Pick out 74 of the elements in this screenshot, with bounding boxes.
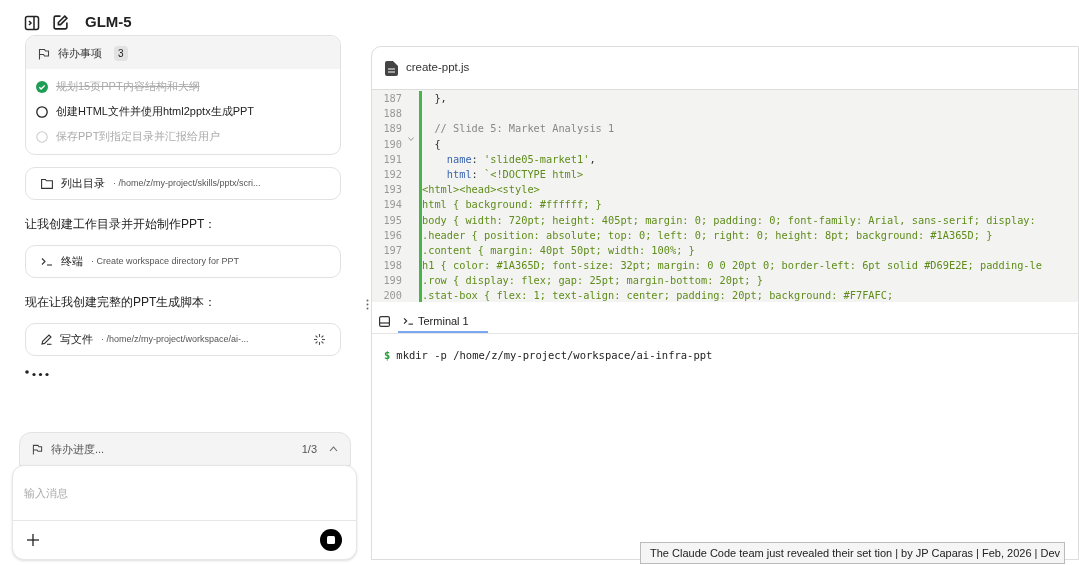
todo-progress-bar[interactable]: 待办进度... 1/3 (19, 432, 351, 466)
todo-item: 保存PPT到指定目录并汇报给用户 (56, 129, 221, 145)
tool-name: 列出目录 (61, 176, 105, 192)
flag-icon (32, 443, 43, 455)
pencil-icon (41, 334, 52, 345)
new-chat-icon[interactable] (52, 14, 69, 31)
code-token: html (445, 166, 472, 182)
tool-name: 写文件 (60, 332, 93, 348)
line-number: 191 (382, 151, 402, 167)
line-number: 195 (382, 212, 402, 228)
add-icon[interactable] (27, 534, 39, 546)
tool-call-card[interactable]: 终端 · Create workspace directory for PPT (25, 245, 341, 278)
line-number: 188 (382, 106, 402, 122)
code-token: // Slide 5: Market Analysis 1 (433, 121, 615, 137)
code-token: }, (433, 91, 447, 106)
code-token: 'slide05-market1' (484, 151, 590, 167)
code-token: : (471, 151, 479, 167)
panel-icon[interactable] (379, 316, 390, 327)
code-token: , (589, 151, 596, 167)
line-number: 187 (382, 91, 402, 106)
tool-detail: · /home/z/my-project/workspace/ai-... (101, 332, 249, 346)
progress-count: 1/3 (301, 441, 317, 457)
line-number: 193 (382, 182, 402, 198)
code-token: html { background: #ffffff; } (422, 197, 602, 213)
message-text: 让我创建工作目录并开始制作PPT： (25, 216, 218, 233)
file-tab[interactable]: create-ppt.js (406, 59, 470, 77)
code-token: : (471, 166, 479, 182)
line-number: 200 (382, 288, 402, 304)
line-number: 189 (382, 121, 402, 137)
terminal-icon (41, 257, 53, 266)
todo-item: 创建HTML文件并使用html2pptx生成PPT (56, 104, 255, 120)
code-token: body { width: 720pt; height: 405pt; margin: 0; padding: 0; font-family: Arial, sans-serif; display: (422, 212, 1036, 228)
code-token: .content { margin: 40pt 50pt; width: 100%; } (422, 242, 695, 258)
code-token: `<!DOCTYPE html> (484, 166, 584, 182)
code-token: .header { position: absolute; top: 0; left: 0; right: 0; height: 8pt; background: #1A365D; } (422, 227, 993, 243)
terminal-command: mkdir -p /home/z/my-project/workspace/ai-infra-ppt (396, 348, 713, 363)
progress-label: 待办进度... (51, 441, 105, 457)
todo-item: 规划15页PPT内容结构和大纲 (56, 79, 200, 95)
stop-icon[interactable] (320, 529, 342, 551)
line-number: 192 (382, 166, 402, 182)
terminal-tab[interactable]: Terminal 1 (398, 311, 488, 333)
chevron-icon[interactable] (329, 446, 338, 452)
code-token: h1 { color: #1A365D; font-size: 32pt; margin: 0 0 20pt 0; border-left: 6pt solid #D69E2E; padding-le (422, 258, 1042, 274)
message-text: 现在让我创建完整的PPT生成脚本： (25, 294, 218, 311)
tool-detail: · Create workspace directory for PPT (91, 254, 240, 268)
folder-icon (41, 178, 53, 189)
line-number: 197 (382, 242, 402, 258)
line-number: 199 (382, 273, 402, 289)
prompt-symbol: $ (384, 348, 391, 363)
sidebar-toggle-icon[interactable] (24, 14, 40, 31)
flag-icon (38, 47, 50, 60)
code-token: .row { display: flex; gap: 25pt; margin-bottom: 20pt; } (422, 273, 763, 289)
line-number: 194 (382, 197, 402, 213)
typing-indicator-icon (25, 370, 50, 377)
tool-name: 终端 (61, 254, 83, 270)
tool-call-card[interactable]: 列出目录 · /home/z/my-project/skills/pptx/scri... (25, 167, 341, 200)
message-field[interactable]: 输入消息 (12, 465, 357, 560)
code-token: name (445, 151, 472, 167)
code-token: .stat-box { flex: 1; text-align: center; padding: 20pt; background: #F7FAFC; (422, 288, 894, 302)
tool-detail: · /home/z/my-project/skills/pptx/scri... (113, 176, 261, 190)
line-number: 196 (382, 227, 402, 243)
terminal-icon (403, 317, 414, 325)
todo-count: 3 (114, 46, 128, 61)
line-number: 190 (382, 136, 402, 152)
model-name[interactable]: GLM-5 (85, 11, 132, 34)
file-icon (385, 60, 398, 76)
line-number: 198 (382, 258, 402, 274)
tool-call-card[interactable]: 写文件 · /home/z/my-project/workspace/ai-... (25, 323, 341, 356)
resize-handle-icon[interactable] (366, 299, 369, 310)
tooltip: The Claude Code team just revealed their set tion | by JP Caparas | Feb, 2026 | Dev (640, 542, 1066, 564)
todo-title: 待办事项 (58, 46, 102, 62)
code-token: { (433, 136, 441, 152)
message-input[interactable]: 输入消息 (13, 466, 356, 520)
code-token: <html><head><style> (422, 182, 540, 198)
